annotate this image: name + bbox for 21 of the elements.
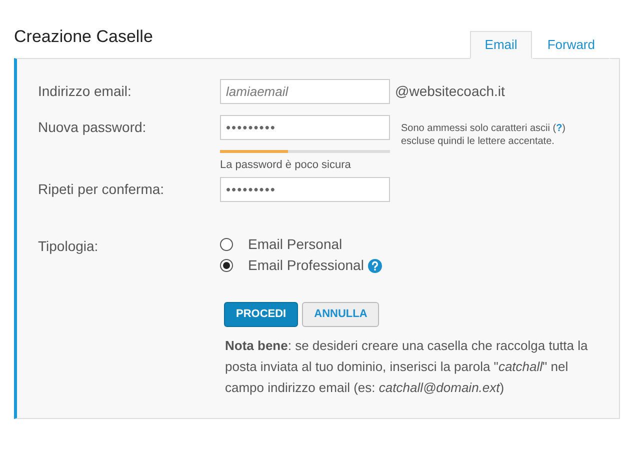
password-field[interactable]: ••••••••• [220, 114, 390, 140]
cancel-button[interactable]: ANNULLA [302, 302, 380, 327]
radio-label[interactable]: Email Professional [248, 255, 364, 276]
radio-label[interactable]: Email Personal [248, 234, 342, 255]
proceed-button[interactable]: PROCEDI [224, 302, 298, 327]
field-label: Indirizzo email: [38, 82, 132, 100]
password-hint: Sono ammessi solo caratteri ascii (?) escluse quindi le lettere accentate. [401, 122, 566, 148]
radio-button[interactable] [220, 238, 233, 251]
note-text: Nota bene: se desideri creare una casella che raccolga tutta la posta inviata al tuo dominio, inserisci la parola "catchall" nel campo indirizzo email (es: catchall@domain.ext) [225, 337, 589, 397]
field-label: Tipologia: [38, 237, 100, 256]
input-field[interactable]: lamiaemail [220, 78, 390, 104]
strength-text: La password è poco sicura [220, 158, 352, 172]
page-title: Creazione Caselle [14, 26, 153, 48]
field-label: Ripeti per conferma: [38, 180, 166, 199]
password-field[interactable]: ••••••••• [220, 177, 390, 202]
radio-button[interactable] [220, 259, 233, 272]
field-label: Nuova password: [38, 118, 148, 137]
help-icon[interactable] [368, 258, 382, 272]
tab[interactable]: Email [470, 30, 532, 58]
help-link[interactable]: ? [556, 122, 562, 134]
domain-suffix: @websitecoach.it [395, 82, 505, 100]
